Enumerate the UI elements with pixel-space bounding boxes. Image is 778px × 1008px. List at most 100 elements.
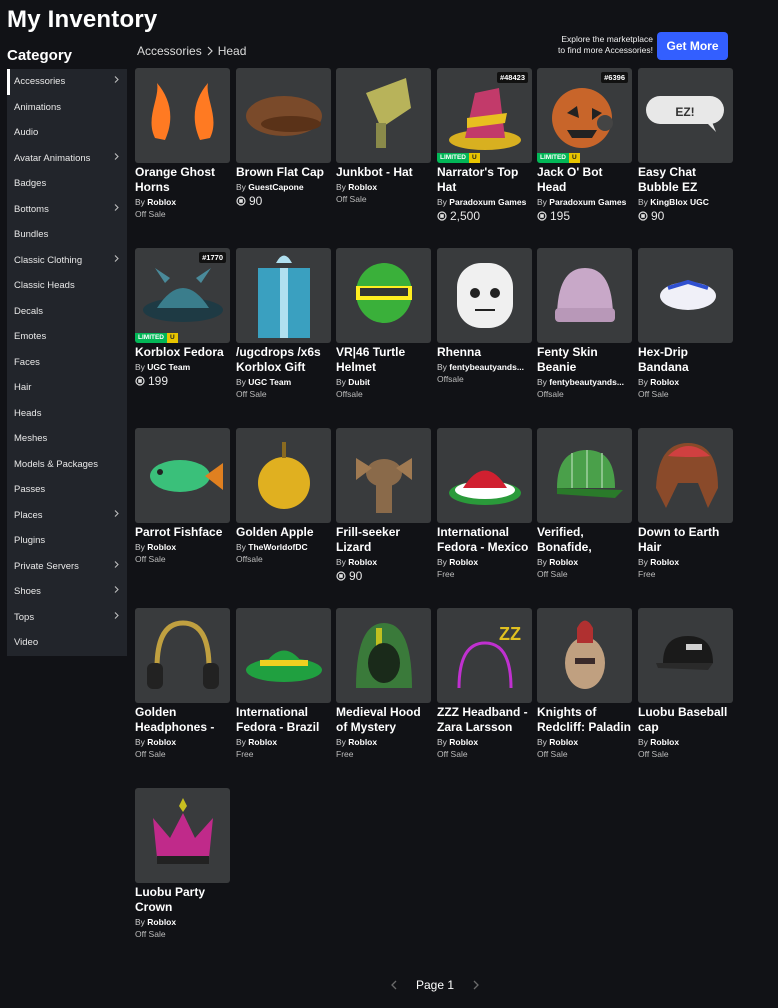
inventory-item[interactable]: Orange Ghost Horns By Roblox Off Sale bbox=[135, 68, 231, 219]
item-thumbnail[interactable] bbox=[537, 248, 632, 343]
creator-name[interactable]: Roblox bbox=[650, 557, 679, 567]
item-thumbnail[interactable]: #6396 LIMITED U bbox=[537, 68, 632, 163]
sidebar-item-places[interactable]: Places bbox=[7, 503, 127, 529]
item-thumbnail[interactable] bbox=[336, 248, 431, 343]
inventory-item[interactable]: Verified, Bonafide, Plaidafied By Roblox… bbox=[537, 428, 633, 579]
inventory-item[interactable]: Parrot Fishface By Roblox Off Sale bbox=[135, 428, 231, 564]
creator-name[interactable]: Roblox bbox=[650, 737, 679, 747]
item-name[interactable]: Fenty Skin Beanie bbox=[537, 345, 633, 375]
sidebar-item-emotes[interactable]: Emotes bbox=[7, 324, 127, 350]
item-name[interactable]: VR|46 Turtle Helmet bbox=[336, 345, 432, 375]
item-name[interactable]: /ugcdrops /x6s Korblox Gift bbox=[236, 345, 332, 375]
sidebar-item-decals[interactable]: Decals bbox=[7, 299, 127, 325]
creator-name[interactable]: fentybeautyands... bbox=[449, 362, 524, 372]
item-name[interactable]: Golden Apple bbox=[236, 525, 332, 540]
creator-name[interactable]: Roblox bbox=[348, 182, 377, 192]
item-thumbnail[interactable] bbox=[135, 428, 230, 523]
item-name[interactable]: Frill-seeker Lizard bbox=[336, 525, 432, 555]
inventory-item[interactable]: #6396 LIMITED U Jack O' Bot Head By Parado… bbox=[537, 68, 633, 223]
item-name[interactable]: Verified, Bonafide, Plaidafied bbox=[537, 525, 633, 555]
creator-name[interactable]: Roblox bbox=[147, 542, 176, 552]
item-thumbnail[interactable] bbox=[135, 68, 230, 163]
sidebar-item-passes[interactable]: Passes bbox=[7, 477, 127, 503]
creator-name[interactable]: Roblox bbox=[147, 917, 176, 927]
creator-name[interactable]: Roblox bbox=[549, 557, 578, 567]
creator-name[interactable]: UGC Team bbox=[248, 377, 291, 387]
creator-name[interactable]: TheWorldofDC bbox=[248, 542, 307, 552]
item-thumbnail[interactable] bbox=[236, 428, 331, 523]
creator-name[interactable]: Roblox bbox=[449, 557, 478, 567]
sidebar-item-meshes[interactable]: Meshes bbox=[7, 426, 127, 452]
item-thumbnail[interactable] bbox=[437, 428, 532, 523]
item-name[interactable]: Junkbot - Hat bbox=[336, 165, 432, 180]
sidebar-item-bottoms[interactable]: Bottoms bbox=[7, 197, 127, 223]
item-thumbnail[interactable] bbox=[336, 68, 431, 163]
item-thumbnail[interactable] bbox=[336, 608, 431, 703]
creator-name[interactable]: KingBlox UGC bbox=[650, 197, 709, 207]
inventory-item[interactable]: Brown Flat Cap By GuestCapone 90 bbox=[236, 68, 332, 208]
item-thumbnail[interactable] bbox=[638, 248, 733, 343]
creator-name[interactable]: Paradoxum Games bbox=[549, 197, 626, 207]
item-name[interactable]: Orange Ghost Horns bbox=[135, 165, 231, 195]
inventory-item[interactable]: Medieval Hood of Mystery By Roblox Free bbox=[336, 608, 432, 759]
creator-name[interactable]: Roblox bbox=[348, 737, 377, 747]
creator-name[interactable]: Roblox bbox=[549, 737, 578, 747]
inventory-item[interactable]: Fenty Skin Beanie By fentybeautyands... O… bbox=[537, 248, 633, 399]
creator-name[interactable]: Dubit bbox=[348, 377, 370, 387]
sidebar-item-plugins[interactable]: Plugins bbox=[7, 528, 127, 554]
sidebar-item-faces[interactable]: Faces bbox=[7, 350, 127, 376]
item-thumbnail[interactable] bbox=[336, 428, 431, 523]
item-name[interactable]: Luobu Baseball cap bbox=[638, 705, 734, 735]
creator-name[interactable]: GuestCapone bbox=[248, 182, 303, 192]
creator-name[interactable]: Roblox bbox=[650, 377, 679, 387]
creator-name[interactable]: UGC Team bbox=[147, 362, 190, 372]
inventory-item[interactable]: Golden Headphones - Zara By Roblox Off Sa… bbox=[135, 608, 231, 759]
item-thumbnail[interactable] bbox=[135, 788, 230, 883]
item-name[interactable]: Knights of Redcliff: Paladin bbox=[537, 705, 633, 735]
item-thumbnail[interactable]: EZ! bbox=[638, 68, 733, 163]
item-name[interactable]: Golden Headphones - Zara bbox=[135, 705, 231, 735]
sidebar-item-badges[interactable]: Badges bbox=[7, 171, 127, 197]
item-name[interactable]: Luobu Party Crown bbox=[135, 885, 231, 915]
item-thumbnail[interactable] bbox=[236, 248, 331, 343]
item-name[interactable]: Brown Flat Cap bbox=[236, 165, 332, 180]
sidebar-item-shoes[interactable]: Shoes bbox=[7, 579, 127, 605]
inventory-item[interactable]: International Fedora - Brazil By Roblox F… bbox=[236, 608, 332, 759]
sidebar-item-tops[interactable]: Tops bbox=[7, 605, 127, 631]
creator-name[interactable]: Paradoxum Games bbox=[449, 197, 526, 207]
item-name[interactable]: Korblox Fedora bbox=[135, 345, 231, 360]
item-name[interactable]: Hex-Drip Bandana bbox=[638, 345, 734, 375]
chevron-right-icon[interactable] bbox=[472, 979, 480, 991]
creator-name[interactable]: Roblox bbox=[147, 737, 176, 747]
creator-name[interactable]: Roblox bbox=[248, 737, 277, 747]
inventory-item[interactable]: International Fedora - Mexico By Roblox F… bbox=[437, 428, 533, 579]
sidebar-item-classic-clothing[interactable]: Classic Clothing bbox=[7, 248, 127, 274]
sidebar-item-audio[interactable]: Audio bbox=[7, 120, 127, 146]
item-name[interactable]: Easy Chat Bubble EZ bbox=[638, 165, 734, 195]
sidebar-item-avatar-animations[interactable]: Avatar Animations bbox=[7, 146, 127, 172]
inventory-item[interactable]: EZ! Easy Chat Bubble EZ By KingBlox UGC … bbox=[638, 68, 734, 223]
item-thumbnail[interactable] bbox=[437, 248, 532, 343]
inventory-item[interactable]: Luobu Baseball cap By Roblox Off Sale bbox=[638, 608, 734, 759]
inventory-item[interactable]: Down to Earth Hair By Roblox Free bbox=[638, 428, 734, 579]
item-name[interactable]: International Fedora - Brazil bbox=[236, 705, 332, 735]
inventory-item[interactable]: ZZ ZZZ Headband - Zara Larsson By Roblox… bbox=[437, 608, 533, 759]
inventory-item[interactable]: Frill-seeker Lizard By Roblox 90 bbox=[336, 428, 432, 583]
inventory-item[interactable]: VR|46 Turtle Helmet By Dubit Offsale bbox=[336, 248, 432, 399]
item-thumbnail[interactable] bbox=[135, 608, 230, 703]
sidebar-item-accessories[interactable]: Accessories bbox=[7, 69, 127, 95]
sidebar-item-video[interactable]: Video bbox=[7, 630, 127, 656]
item-thumbnail[interactable] bbox=[638, 428, 733, 523]
item-thumbnail[interactable] bbox=[537, 608, 632, 703]
item-name[interactable]: Narrator's Top Hat bbox=[437, 165, 533, 195]
item-name[interactable]: Parrot Fishface bbox=[135, 525, 231, 540]
item-thumbnail[interactable] bbox=[236, 68, 331, 163]
creator-name[interactable]: Roblox bbox=[147, 197, 176, 207]
sidebar-item-bundles[interactable]: Bundles bbox=[7, 222, 127, 248]
sidebar-item-heads[interactable]: Heads bbox=[7, 401, 127, 427]
creator-name[interactable]: Roblox bbox=[348, 557, 377, 567]
creator-name[interactable]: Roblox bbox=[449, 737, 478, 747]
breadcrumb-accessories[interactable]: Accessories bbox=[137, 44, 202, 58]
inventory-item[interactable]: Hex-Drip Bandana By Roblox Off Sale bbox=[638, 248, 734, 399]
item-thumbnail[interactable] bbox=[537, 428, 632, 523]
